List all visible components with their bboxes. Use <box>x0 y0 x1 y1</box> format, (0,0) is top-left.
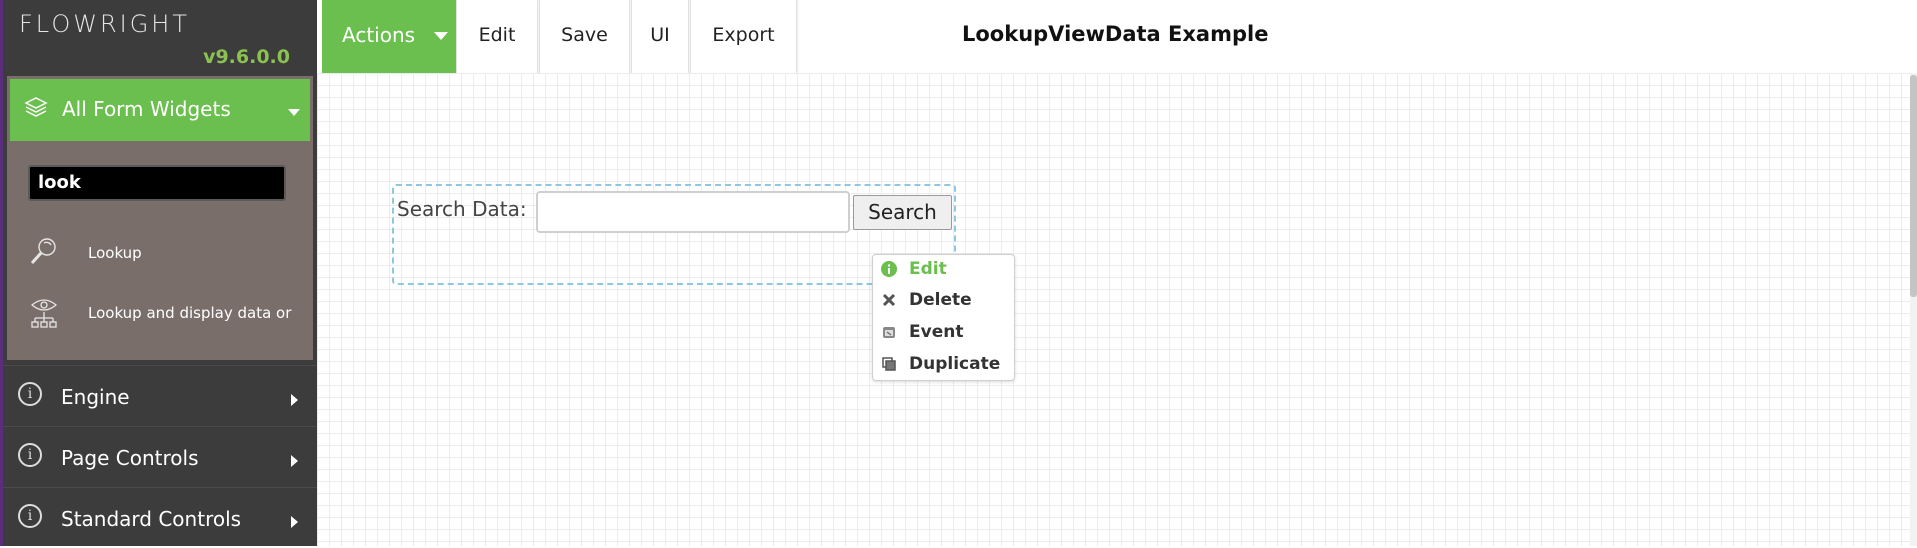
context-menu: Edit Delete Event Duplicate <box>872 254 1015 381</box>
info-icon: i <box>18 504 42 528</box>
chevron-right-icon <box>291 455 298 467</box>
actions-label: Actions <box>342 23 416 47</box>
widget-item-lookup[interactable]: Lookup <box>7 230 313 276</box>
widgets-panel: All Form Widgets look Lookup Lookup and … <box>7 76 313 360</box>
save-button[interactable]: Save <box>539 0 630 73</box>
caret-down-icon <box>288 109 300 116</box>
logo-text: FLOWRIGHT <box>19 10 190 38</box>
context-menu-label: Event <box>909 322 964 342</box>
context-menu-edit[interactable]: Edit <box>873 255 1014 285</box>
actions-button[interactable]: Actions <box>322 0 456 73</box>
context-menu-delete[interactable]: Delete <box>873 286 1014 316</box>
widget-item-label: Lookup and display data or <box>88 304 292 322</box>
magnifier-icon <box>29 236 59 272</box>
eye-hierarchy-icon <box>29 296 59 334</box>
search-button[interactable]: Search <box>853 195 952 230</box>
search-data-label: Search Data: <box>397 197 527 221</box>
layers-icon <box>24 95 48 124</box>
sidebar-item-label: Standard Controls <box>61 507 242 531</box>
scrollbar-thumb[interactable] <box>1910 75 1917 297</box>
toolbar: Actions Edit Save UI Export LookupViewDa… <box>317 0 1917 73</box>
edit-button[interactable]: Edit <box>456 0 538 73</box>
widget-item-lookup-display[interactable]: Lookup and display data or <box>7 290 313 336</box>
all-form-widgets-header[interactable]: All Form Widgets <box>10 79 310 141</box>
widget-search-input[interactable]: look <box>28 165 286 201</box>
widgets-header-label: All Form Widgets <box>62 97 231 121</box>
version-label: v9.6.0.0 <box>203 46 290 68</box>
sidebar-item-page-controls[interactable]: i Page Controls <box>3 426 317 487</box>
page-title: LookupViewData Example <box>962 22 1269 46</box>
event-icon <box>881 324 897 340</box>
search-data-input[interactable] <box>536 191 850 233</box>
info-icon: i <box>18 443 42 467</box>
duplicate-icon <box>881 356 897 372</box>
sidebar-item-standard-controls[interactable]: i Standard Controls <box>3 487 317 548</box>
ui-button[interactable]: UI <box>631 0 689 73</box>
close-icon <box>881 292 897 308</box>
context-menu-label: Delete <box>909 290 972 310</box>
export-button[interactable]: Export <box>690 0 797 73</box>
vertical-scrollbar[interactable] <box>1910 73 1917 546</box>
sidebar-item-label: Page Controls <box>61 446 199 470</box>
sidebar: FLOWRIGHT v9.6.0.0 All Form Widgets look <box>0 0 317 546</box>
caret-down-icon <box>434 32 448 40</box>
context-menu-label: Edit <box>909 259 947 279</box>
info-icon <box>881 261 897 277</box>
chevron-right-icon <box>291 394 298 406</box>
sidebar-item-label: Engine <box>61 385 130 409</box>
context-menu-event[interactable]: Event <box>873 318 1014 348</box>
info-icon: i <box>18 382 42 406</box>
widget-item-label: Lookup <box>88 244 142 262</box>
context-menu-duplicate[interactable]: Duplicate <box>873 350 1014 380</box>
context-menu-label: Duplicate <box>909 354 1001 374</box>
design-canvas[interactable] <box>317 73 1910 546</box>
sidebar-item-engine[interactable]: i Engine <box>3 365 317 426</box>
chevron-right-icon <box>291 516 298 528</box>
app-logo: FLOWRIGHT v9.6.0.0 <box>3 0 317 74</box>
